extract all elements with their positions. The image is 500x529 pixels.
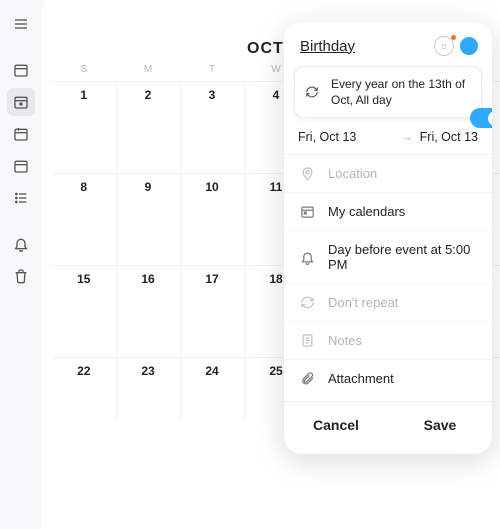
nav-list-icon[interactable] bbox=[7, 184, 35, 212]
recurrence-tooltip: Every year on the 13th of Oct, All day bbox=[294, 66, 482, 118]
bell-icon bbox=[300, 250, 316, 265]
all-day-toggle[interactable] bbox=[470, 108, 492, 130]
day-cell[interactable]: 22 bbox=[52, 358, 116, 418]
repeat-icon bbox=[305, 85, 321, 99]
attachment-row[interactable]: Attachment bbox=[284, 360, 492, 397]
notes-icon bbox=[300, 333, 316, 348]
calendar-label: My calendars bbox=[328, 204, 405, 219]
day-cell[interactable]: 1 bbox=[52, 82, 116, 174]
reminder-label: Day before event at 5:00 PM bbox=[328, 242, 476, 272]
calendar-icon bbox=[300, 204, 316, 219]
month-title: OCT bbox=[247, 40, 284, 58]
location-label: Location bbox=[328, 166, 377, 181]
repeat-label: Don't repeat bbox=[328, 295, 398, 310]
event-title-input[interactable]: Birthday bbox=[300, 38, 428, 55]
menu-icon[interactable] bbox=[7, 10, 35, 38]
start-date-button[interactable]: Fri, Oct 13 bbox=[298, 130, 395, 144]
emoji-picker-button[interactable] bbox=[434, 36, 454, 56]
sidebar bbox=[0, 0, 42, 529]
emoji-indicator-dot bbox=[451, 35, 456, 40]
repeat-row[interactable]: Don't repeat bbox=[284, 284, 492, 322]
calendar-row[interactable]: My calendars bbox=[284, 193, 492, 231]
location-icon bbox=[300, 166, 316, 181]
event-panel: Birthday Every year on the 13th of Oct, … bbox=[284, 22, 492, 454]
nav-today-icon[interactable] bbox=[7, 88, 35, 116]
save-button[interactable]: Save bbox=[388, 402, 492, 448]
day-cell[interactable]: 9 bbox=[116, 174, 180, 266]
day-cell[interactable]: 16 bbox=[116, 266, 180, 358]
nav-day-icon[interactable] bbox=[7, 120, 35, 148]
cancel-button[interactable]: Cancel bbox=[284, 402, 388, 448]
recurrence-text: Every year on the 13th of Oct, All day bbox=[331, 76, 471, 108]
reminder-row[interactable]: Day before event at 5:00 PM bbox=[284, 231, 492, 284]
attachment-label: Attachment bbox=[328, 371, 394, 386]
weekday-header: S bbox=[52, 64, 116, 82]
nav-day2-icon[interactable] bbox=[7, 152, 35, 180]
end-date-button[interactable]: Fri, Oct 13 bbox=[420, 130, 478, 144]
nav-notifications-icon[interactable] bbox=[7, 230, 35, 258]
nav-calendar-month-icon[interactable] bbox=[7, 56, 35, 84]
color-picker-button[interactable] bbox=[460, 37, 478, 55]
location-row[interactable]: Location bbox=[284, 155, 492, 193]
day-cell[interactable]: 3 bbox=[180, 82, 244, 174]
day-cell[interactable]: 2 bbox=[116, 82, 180, 174]
day-cell[interactable]: 17 bbox=[180, 266, 244, 358]
notes-row[interactable]: Notes bbox=[284, 322, 492, 360]
day-cell[interactable]: 8 bbox=[52, 174, 116, 266]
day-cell[interactable]: 23 bbox=[116, 358, 180, 418]
weekday-header: M bbox=[116, 64, 180, 82]
attachment-icon bbox=[300, 371, 316, 386]
notes-label: Notes bbox=[328, 333, 362, 348]
day-cell[interactable]: 15 bbox=[52, 266, 116, 358]
nav-trash-icon[interactable] bbox=[7, 262, 35, 290]
day-cell[interactable]: 24 bbox=[180, 358, 244, 418]
arrow-right-icon: → bbox=[401, 130, 414, 144]
day-cell[interactable]: 10 bbox=[180, 174, 244, 266]
repeat-icon bbox=[300, 295, 316, 310]
weekday-header: T bbox=[180, 64, 244, 82]
